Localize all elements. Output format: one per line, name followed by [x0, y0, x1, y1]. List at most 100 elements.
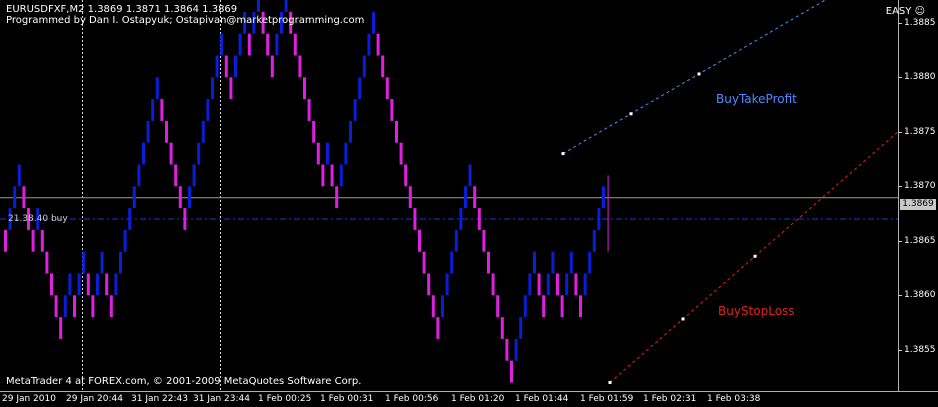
price-axis[interactable]: 1.38901.38851.38801.38751.38701.38651.38… [898, 0, 938, 392]
renko-brick [4, 229, 7, 252]
renko-brick [569, 251, 573, 274]
renko-brick [358, 77, 362, 100]
renko-brick [215, 55, 219, 78]
renko-brick [312, 120, 316, 143]
renko-brick [109, 295, 113, 318]
price-tick-label: 1.3860 [904, 290, 936, 301]
renko-brick [165, 120, 168, 143]
renko-brick [542, 295, 546, 318]
price-tick-label: 1.3885 [904, 17, 936, 28]
renko-brick [385, 77, 389, 100]
renko-brick [54, 295, 58, 318]
renko-brick [376, 33, 380, 56]
renko-brick [192, 164, 196, 187]
renko-brick [229, 77, 233, 100]
order-label: 21.38.40 buy [8, 214, 68, 224]
renko-brick [427, 273, 431, 296]
renko-brick [82, 251, 86, 274]
renko-brick [169, 142, 173, 165]
renko-brick [602, 186, 605, 209]
renko-brick [45, 251, 49, 274]
price-tick-mark [898, 349, 902, 351]
price-tick-label: 1.3880 [904, 72, 936, 83]
renko-brick [201, 120, 205, 143]
renko-brick [583, 273, 587, 296]
renko-brick [482, 229, 486, 252]
renko-brick [146, 120, 150, 143]
time-tick-label: 29 Jan 20:44 [66, 394, 123, 404]
renko-bricks [4, 0, 609, 383]
renko-brick [22, 186, 26, 209]
renko-brick [592, 229, 596, 252]
chart-area[interactable]: EURUSDFXF,M2 1.3869 1.3871 1.3864 1.3869… [0, 0, 938, 407]
price-tick-label: 1.3855 [904, 344, 936, 355]
renko-brick [464, 186, 467, 209]
time-tick-label: 1 Feb 03:38 [707, 394, 761, 404]
price-tick-mark [898, 131, 902, 133]
renko-brick [519, 317, 523, 339]
renko-brick [533, 251, 536, 274]
renko-brick [335, 186, 339, 209]
renko-brick [266, 33, 270, 56]
renko-brick [247, 33, 251, 56]
renko-brick [330, 164, 334, 187]
renko-brick [178, 186, 182, 209]
time-tick-label: 29 Jan 2010 [2, 394, 56, 404]
take-profit-marker [561, 152, 565, 156]
renko-brick [160, 99, 164, 121]
take-profit-marker [697, 72, 701, 76]
renko-brick [96, 273, 99, 296]
renko-brick [257, 0, 260, 12]
renko-brick [468, 164, 472, 187]
renko-brick [73, 295, 76, 318]
stop-loss-marker [753, 254, 757, 258]
renko-brick [431, 295, 435, 318]
price-tick-mark [898, 240, 902, 242]
renko-brick [399, 142, 403, 165]
stop-loss-marker [608, 381, 612, 384]
renko-brick [597, 208, 601, 230]
renko-brick [353, 99, 357, 121]
renko-brick [500, 317, 504, 339]
renko-brick [546, 273, 550, 296]
renko-brick [418, 229, 421, 252]
price-tick-label: 1.3870 [904, 181, 936, 192]
renko-brick [487, 251, 490, 274]
renko-chart[interactable] [0, 0, 938, 407]
renko-brick [188, 186, 191, 209]
renko-brick [321, 164, 325, 187]
renko-brick [50, 273, 53, 296]
renko-brick [86, 273, 90, 296]
renko-brick [298, 55, 302, 78]
renko-brick [441, 295, 444, 318]
renko-brick [174, 164, 178, 187]
renko-brick [326, 142, 329, 165]
time-tick-label: 1 Feb 00:25 [258, 394, 312, 404]
take-profit-line [562, 0, 827, 155]
renko-brick [459, 208, 463, 230]
session-separators [82, 0, 221, 391]
renko-brick [132, 186, 136, 209]
renko-brick [234, 55, 237, 78]
price-tick-mark [898, 77, 902, 79]
renko-brick [40, 229, 44, 252]
renko-brick [395, 120, 398, 143]
time-tick-label: 31 Jan 22:43 [131, 394, 188, 404]
renko-brick [137, 164, 141, 187]
renko-brick [128, 208, 132, 230]
time-tick-label: 31 Jan 23:44 [193, 394, 250, 404]
renko-brick [123, 229, 127, 252]
time-tick-label: 1 Feb 02:31 [643, 394, 697, 404]
renko-brick [63, 295, 67, 318]
renko-brick [307, 99, 311, 121]
renko-brick [372, 11, 375, 34]
renko-brick [362, 55, 366, 78]
time-tick-label: 1 Feb 00:56 [385, 394, 439, 404]
take-profit-label: BuyTakeProfit [716, 92, 797, 106]
renko-brick [344, 142, 348, 165]
renko-brick [31, 229, 35, 252]
price-tick-mark [898, 186, 902, 188]
renko-brick [349, 120, 352, 143]
renko-brick [505, 338, 509, 361]
renko-brick [220, 33, 224, 56]
